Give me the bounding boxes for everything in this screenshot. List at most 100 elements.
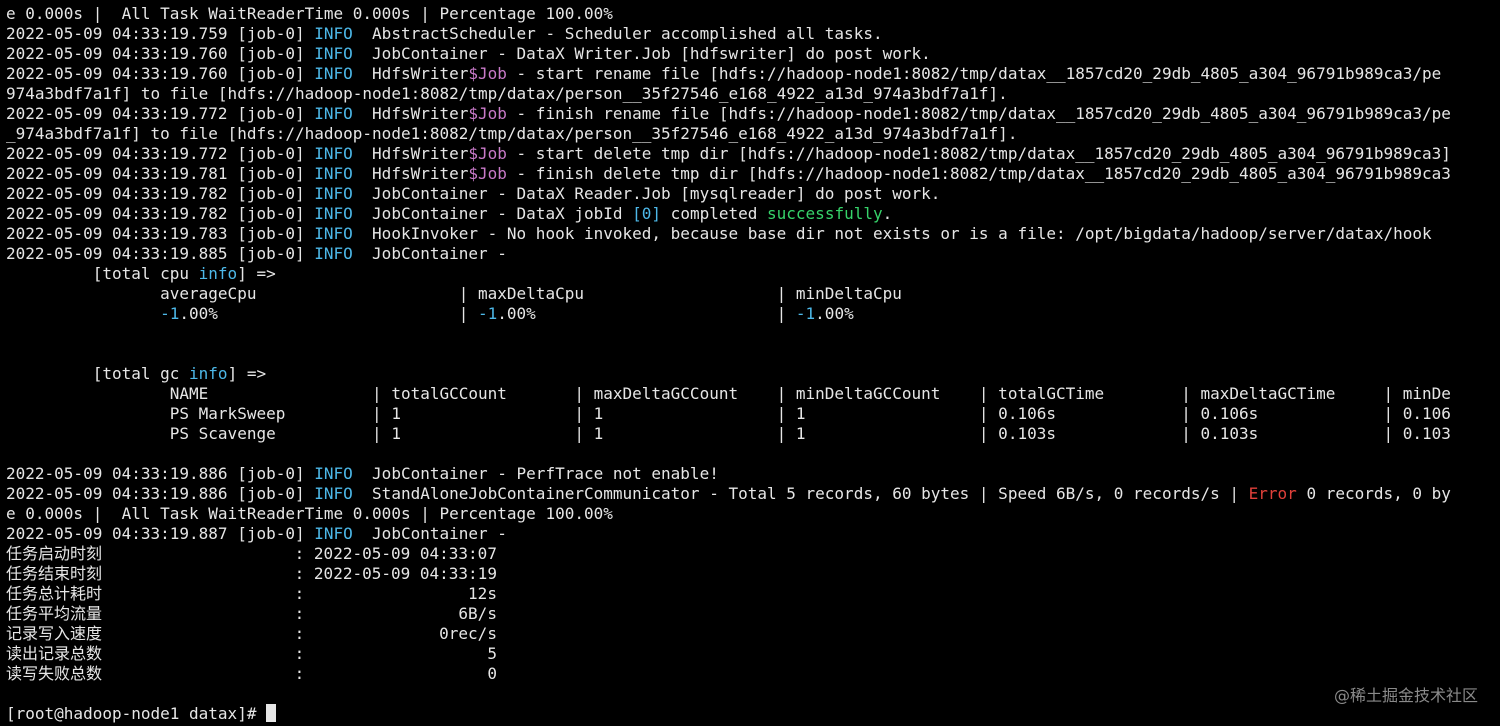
log-text: 2022-05-09 04:33:19.886 [job-0] [6, 484, 315, 503]
log-text: 2022-05-09 04:33:19.887 [job-0] [6, 524, 315, 543]
log-info-text: info [189, 364, 228, 383]
log-text: PS MarkSweep | 1 | 1 | 1 | 0.106s | 0.10… [6, 404, 1451, 423]
terminal-line: 2022-05-09 04:33:19.783 [job-0] INFO Hoo… [6, 224, 1500, 244]
terminal-line: 2022-05-09 04:33:19.772 [job-0] INFO Hdf… [6, 104, 1500, 124]
log-info-text: INFO [314, 64, 353, 83]
log-text: 2022-05-09 04:33:19.885 [job-0] [6, 244, 315, 263]
log-info-text: info [198, 264, 238, 283]
log-text: 974a3bdf7a1f] to file [hdfs://hadoop-nod… [6, 84, 1008, 103]
log-text: completed [661, 204, 768, 223]
log-text: - start rename file [hdfs://hadoop-node1… [506, 64, 1442, 83]
shell-prompt-line[interactable]: [root@hadoop-node1 datax]# [6, 704, 1500, 724]
log-text: 2022-05-09 04:33:19.781 [job-0] [6, 164, 315, 183]
log-error-text: Error [1248, 484, 1297, 503]
log-info-text: INFO [314, 204, 353, 223]
log-text: HdfsWriter [352, 144, 469, 163]
log-text: ] => [237, 264, 276, 283]
log-dollar-text: $Job [468, 104, 507, 123]
terminal-line: 2022-05-09 04:33:19.885 [job-0] INFO Job… [6, 244, 1500, 264]
terminal-line: 2022-05-09 04:33:19.781 [job-0] INFO Hdf… [6, 164, 1500, 184]
log-text: HdfsWriter [352, 104, 469, 123]
log-dollar-text: $Job [468, 164, 507, 183]
log-text: JobContainer - DataX Writer.Job [hdfswri… [352, 44, 931, 63]
log-info-text: INFO [314, 104, 353, 123]
terminal-line: 2022-05-09 04:33:19.760 [job-0] INFO Job… [6, 44, 1500, 64]
log-text: averageCpu | maxDeltaCpu | minDeltaCpu [6, 284, 902, 303]
terminal-line: 2022-05-09 04:33:19.887 [job-0] INFO Job… [6, 524, 1500, 544]
shell-prompt: [root@hadoop-node1 datax]# [6, 704, 267, 723]
log-text: [total gc [6, 364, 190, 383]
log-info-text: INFO [314, 524, 353, 543]
terminal-line: 记录写入速度 : 0rec/s [6, 624, 1500, 644]
log-text: HdfsWriter [352, 164, 469, 183]
log-text: 2022-05-09 04:33:19.886 [job-0] [6, 464, 315, 483]
log-text: 2022-05-09 04:33:19.782 [job-0] [6, 184, 315, 203]
terminal-line: [total gc info] => [6, 364, 1500, 384]
log-text: [total cpu [6, 264, 199, 283]
log-info-text: INFO [314, 484, 353, 503]
terminal-line: -1.00% | -1.00% | -1.00% [6, 304, 1500, 324]
terminal-line: 974a3bdf7a1f] to file [hdfs://hadoop-nod… [6, 84, 1500, 104]
log-text: 2022-05-09 04:33:19.772 [job-0] [6, 104, 315, 123]
log-text: 任务结束时刻 : 2022-05-09 04:33:19 [6, 564, 497, 583]
log-text: HdfsWriter [352, 64, 469, 83]
log-text: JobContainer - DataX jobId [352, 204, 633, 223]
terminal-line: averageCpu | maxDeltaCpu | minDeltaCpu [6, 284, 1500, 304]
log-text: 2022-05-09 04:33:19.760 [job-0] [6, 64, 315, 83]
log-text: JobContainer - [352, 244, 507, 263]
log-num-text: -1 [795, 304, 816, 323]
log-text: - finish rename file [hdfs://hadoop-node… [506, 104, 1451, 123]
log-dollar-text: $Job [468, 64, 507, 83]
log-info-text: INFO [314, 24, 353, 43]
log-text: .00% | [497, 304, 796, 323]
log-text: 2022-05-09 04:33:19.782 [job-0] [6, 204, 315, 223]
log-info-text: INFO [314, 464, 353, 483]
terminal-line: 读写失败总数 : 0 [6, 664, 1500, 684]
terminal-line: 任务平均流量 : 6B/s [6, 604, 1500, 624]
log-text: NAME | totalGCCount | maxDeltaGCCount | … [6, 384, 1451, 403]
terminal-line: 任务结束时刻 : 2022-05-09 04:33:19 [6, 564, 1500, 584]
log-text: - finish delete tmp dir [hdfs://hadoop-n… [506, 164, 1451, 183]
terminal-output[interactable]: e 0.000s | All Task WaitReaderTime 0.000… [6, 4, 1500, 726]
log-num-text: -1 [160, 304, 180, 323]
watermark: @稀土掘金技术社区 [1333, 686, 1478, 705]
terminal-line: _974a3bdf7a1f] to file [hdfs://hadoop-no… [6, 124, 1500, 144]
log-success-text: successfully [767, 204, 883, 223]
log-text: - start delete tmp dir [hdfs://hadoop-no… [506, 144, 1451, 163]
log-text: .00% | [179, 304, 479, 323]
terminal-lines: e 0.000s | All Task WaitReaderTime 0.000… [6, 4, 1500, 704]
log-info-text: INFO [314, 224, 353, 243]
terminal-line: PS MarkSweep | 1 | 1 | 1 | 0.106s | 0.10… [6, 404, 1500, 424]
terminal-line: 2022-05-09 04:33:19.782 [job-0] INFO Job… [6, 184, 1500, 204]
log-text: PS Scavenge | 1 | 1 | 1 | 0.103s | 0.103… [6, 424, 1451, 443]
log-info-text: INFO [314, 144, 353, 163]
log-text: 任务平均流量 : 6B/s [6, 604, 497, 623]
terminal-line: e 0.000s | All Task WaitReaderTime 0.000… [6, 4, 1500, 24]
log-info-text: INFO [314, 244, 353, 263]
log-text: . [882, 204, 893, 223]
log-text: 读出记录总数 : 5 [6, 644, 497, 663]
log-text: JobContainer - [352, 524, 507, 543]
log-text: JobContainer - PerfTrace not enable! [352, 464, 719, 483]
terminal-line: 任务启动时刻 : 2022-05-09 04:33:07 [6, 544, 1500, 564]
log-text: 2022-05-09 04:33:19.759 [job-0] [6, 24, 315, 43]
terminal-line: 读出记录总数 : 5 [6, 644, 1500, 664]
log-text: 2022-05-09 04:33:19.783 [job-0] [6, 224, 315, 243]
log-text: .00% [815, 304, 854, 323]
log-text: 2022-05-09 04:33:19.772 [job-0] [6, 144, 315, 163]
terminal-line: 2022-05-09 04:33:19.886 [job-0] INFO Job… [6, 464, 1500, 484]
log-text: 2022-05-09 04:33:19.760 [job-0] [6, 44, 315, 63]
log-text: 任务启动时刻 : 2022-05-09 04:33:07 [6, 544, 497, 563]
log-text: JobContainer - DataX Reader.Job [mysqlre… [352, 184, 941, 203]
log-text: StandAloneJobContainerCommunicator - Tot… [352, 484, 1249, 503]
terminal-line: 2022-05-09 04:33:19.772 [job-0] INFO Hdf… [6, 144, 1500, 164]
log-info-text: INFO [314, 44, 353, 63]
log-text: ] => [227, 364, 267, 383]
terminal-line: [total cpu info] => [6, 264, 1500, 284]
log-info-text: INFO [314, 164, 353, 183]
